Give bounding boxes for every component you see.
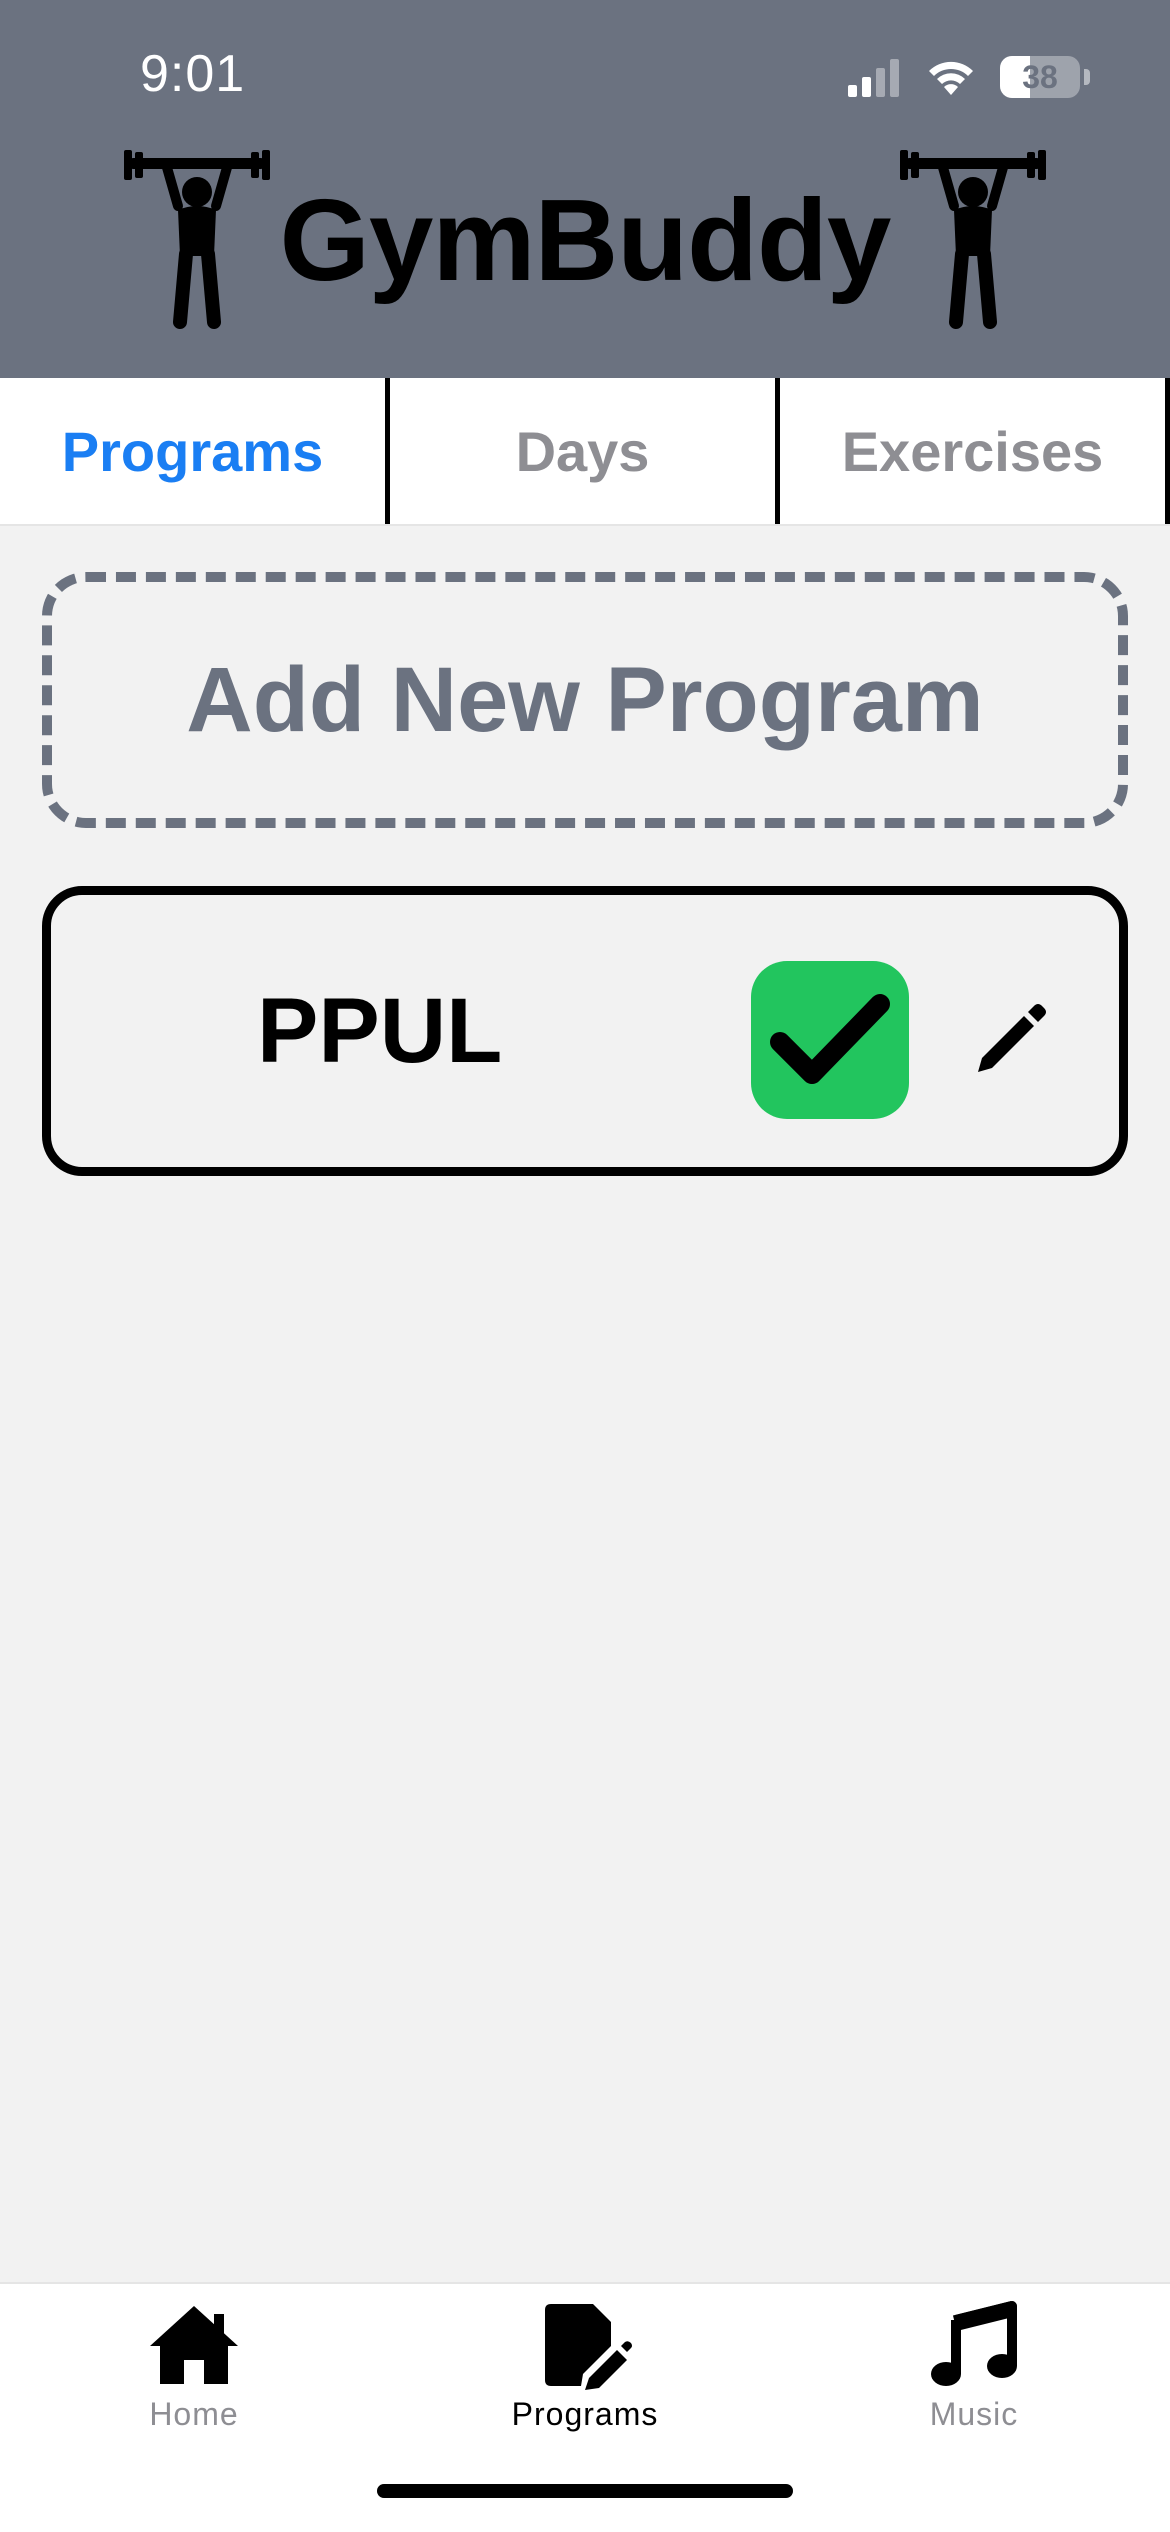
tab-exercises[interactable]: Exercises <box>780 378 1170 524</box>
brand: GymBuddy <box>0 150 1170 330</box>
status-icons: 38 <box>846 54 1090 100</box>
tab-programs[interactable]: Programs <box>0 378 390 524</box>
wifi-icon <box>929 61 973 95</box>
app-title: GymBuddy <box>279 175 892 305</box>
battery-level: 38 <box>1022 58 1058 95</box>
weightlifter-icon <box>123 150 270 329</box>
tab-days[interactable]: Days <box>390 378 780 524</box>
battery-cap <box>1084 69 1090 85</box>
home-indicator[interactable] <box>377 2484 793 2498</box>
tabbar-label: Programs <box>511 2396 659 2432</box>
music-note-icon <box>931 2300 1017 2386</box>
active-program-toggle[interactable] <box>751 961 909 1119</box>
program-name: PPUL <box>257 979 503 1082</box>
cellular-signal-icon <box>848 59 899 97</box>
program-card[interactable]: PPUL <box>42 886 1128 1176</box>
weightlifter-icon <box>900 150 1047 329</box>
status-time: 9:01 <box>140 45 246 103</box>
tabbar-label: Music <box>929 2396 1019 2432</box>
section-tabs: Programs Days Exercises <box>0 378 1170 526</box>
checkmark-icon <box>770 994 890 1084</box>
edit-document-icon <box>545 2304 632 2390</box>
screen: 9:01 38 GymBuddy Programs Days Exercises… <box>0 0 1170 2532</box>
house-icon <box>150 2306 238 2384</box>
edit-program-button[interactable] <box>961 989 1061 1089</box>
tabbar-item-home[interactable]: Home <box>64 2300 324 2450</box>
pencil-icon <box>978 1004 1046 1072</box>
app-header: 9:01 38 GymBuddy <box>0 0 1170 378</box>
add-new-program-button[interactable]: Add New Program <box>42 572 1128 828</box>
tabbar-item-programs[interactable]: Programs <box>455 2300 715 2450</box>
battery-indicator: 38 <box>1000 56 1080 98</box>
tabbar-item-music[interactable]: Music <box>844 2300 1104 2450</box>
tabbar-label: Home <box>149 2396 239 2432</box>
